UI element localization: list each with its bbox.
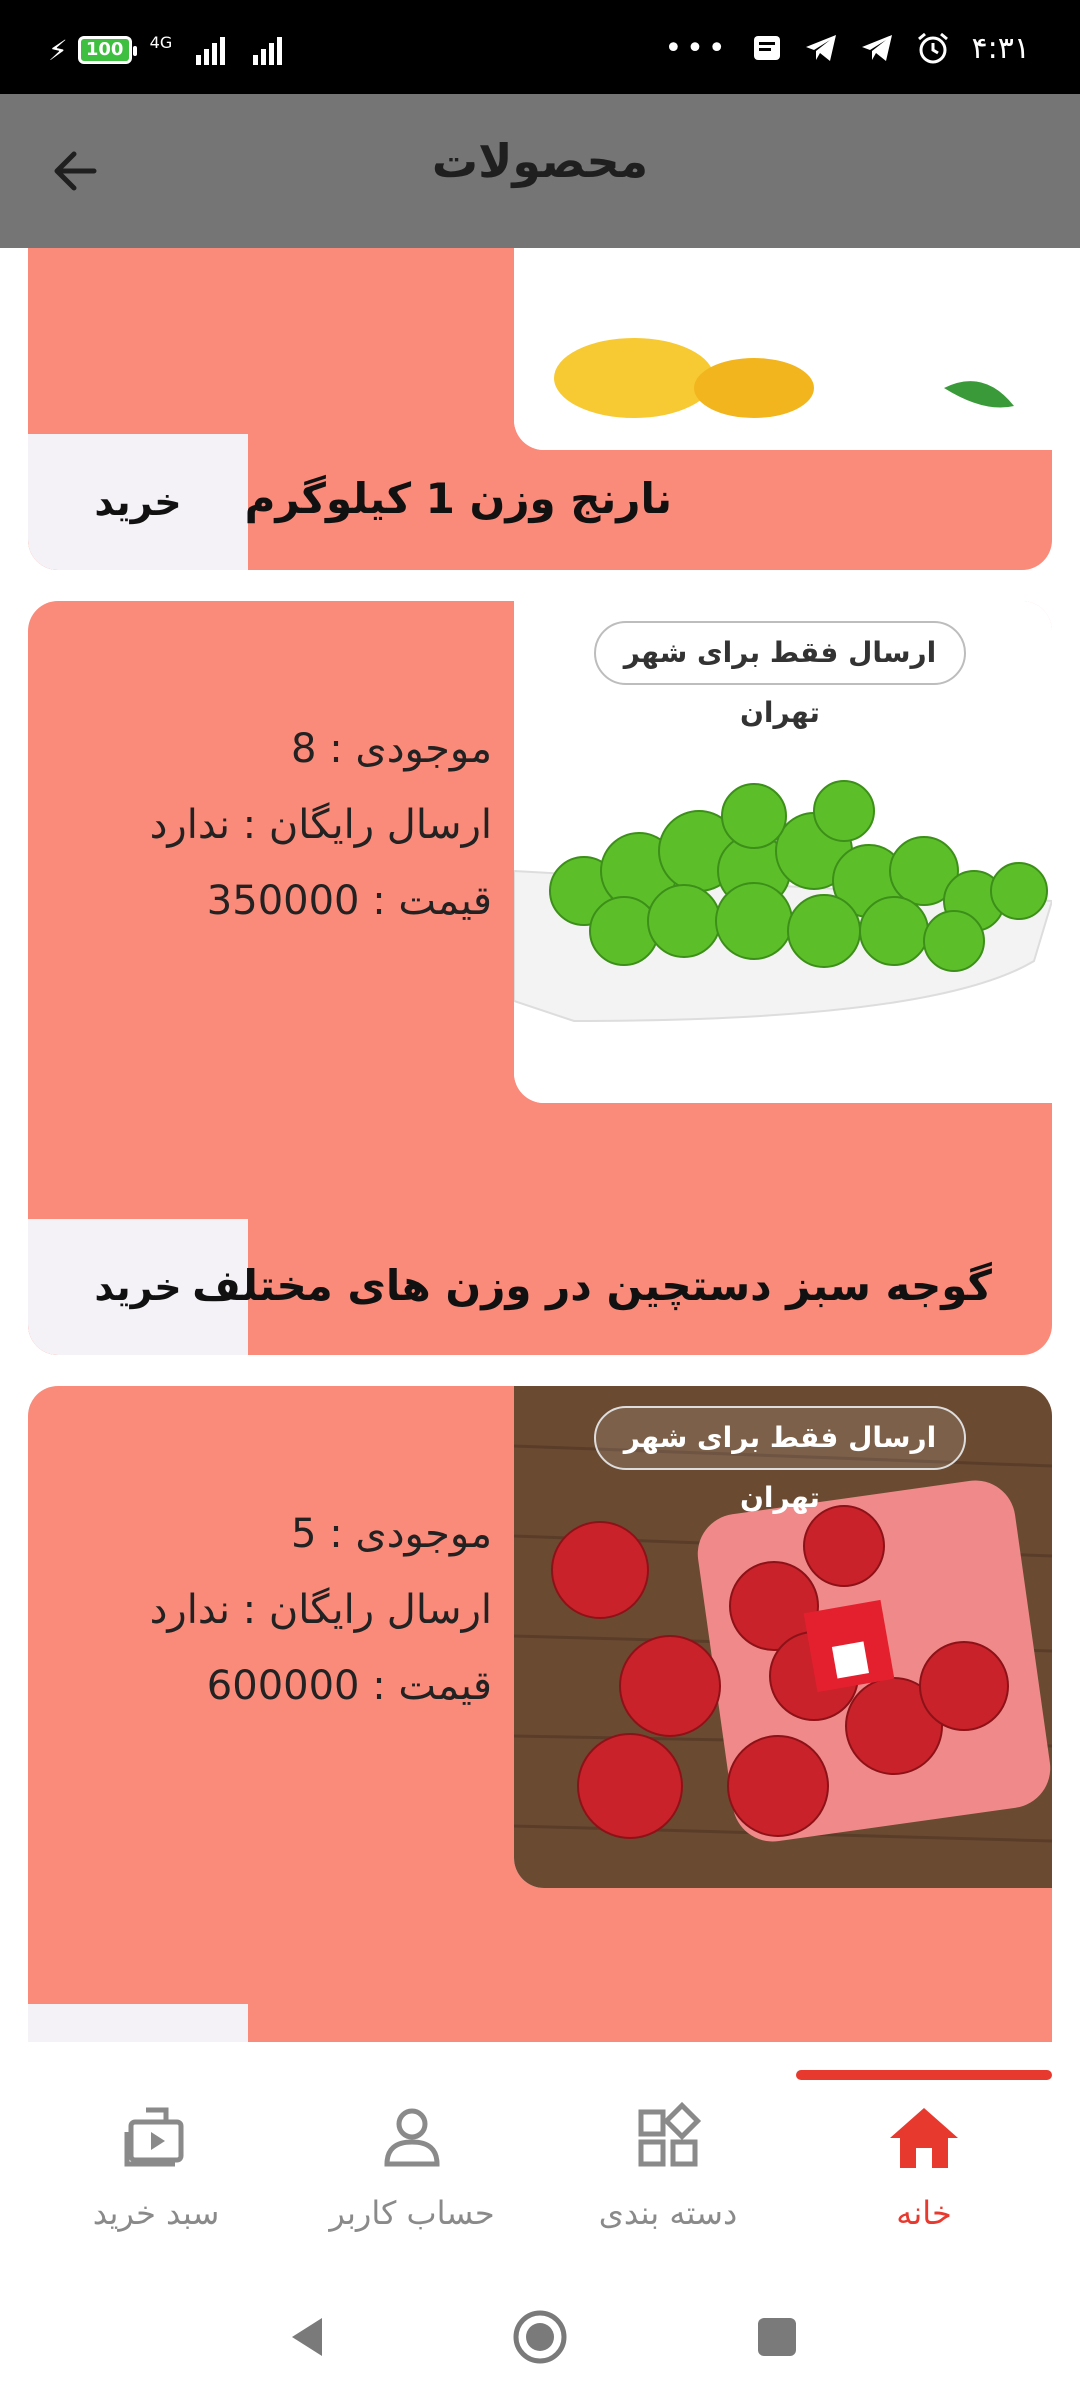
delivery-badge: ارسال فقط برای شهر تهران bbox=[594, 621, 966, 729]
network-type: 4G bbox=[149, 32, 173, 52]
product-name: گوجه سبز دستچین در وزن های مختلف bbox=[192, 1261, 992, 1310]
alarm-icon bbox=[917, 32, 948, 64]
product-card: ارسال فقط برای شهر تهران موجودی : 5 ارسا… bbox=[28, 1386, 1052, 2042]
status-bar: ⚡ 100 4G ••• ۴:۳۱ bbox=[0, 0, 1080, 94]
product-name: نارنج وزن 1 کیلوگرم bbox=[244, 474, 672, 523]
stock-text: موجودی : 8 bbox=[291, 726, 492, 772]
stock-text: موجودی : 5 bbox=[291, 1511, 492, 1557]
system-home-icon[interactable] bbox=[512, 2309, 568, 2365]
bottom-navigation: سبد خرید حساب کاربر دسته بندی خانه bbox=[0, 2042, 1080, 2272]
product-image: ارسال فقط برای شهر تهران bbox=[514, 1386, 1052, 1888]
buy-button[interactable]: خرید bbox=[28, 434, 248, 570]
price-text: قیمت : 600000 bbox=[206, 1663, 492, 1709]
page-title: محصولات bbox=[431, 134, 649, 188]
price-text: قیمت : 350000 bbox=[206, 878, 492, 924]
buy-button[interactable] bbox=[28, 2004, 248, 2042]
telegram-icon bbox=[805, 35, 836, 61]
more-notifications-icon: ••• bbox=[664, 30, 730, 66]
charging-icon: ⚡ bbox=[48, 33, 68, 67]
system-recents-icon[interactable] bbox=[752, 2312, 802, 2362]
signal-icon bbox=[196, 35, 226, 65]
free-shipping-text: ارسال رایگان : ندارد bbox=[149, 802, 492, 848]
category-icon bbox=[638, 2102, 702, 2167]
delivery-badge: ارسال فقط برای شهر تهران bbox=[594, 1406, 966, 1514]
nav-label: خانه bbox=[896, 2194, 952, 2232]
clock: ۴:۳۱ bbox=[971, 30, 1030, 66]
signal-icon-2 bbox=[253, 35, 283, 65]
product-info: موجودی : 5 ارسال رایگان : ندارد قیمت : 6… bbox=[150, 1496, 492, 1724]
system-back-icon[interactable] bbox=[282, 2312, 332, 2362]
status-left: ⚡ 100 4G bbox=[48, 30, 283, 70]
nav-label: دسته بندی bbox=[598, 2194, 738, 2232]
nav-item-account[interactable]: حساب کاربر bbox=[284, 2102, 540, 2252]
nav-item-cart[interactable]: سبد خرید bbox=[28, 2102, 284, 2252]
message-icon bbox=[753, 36, 780, 60]
user-icon bbox=[384, 2108, 440, 2167]
orange-image bbox=[514, 248, 1052, 450]
app-bar: محصولات bbox=[0, 94, 1080, 248]
product-card: خرید نارنج وزن 1 کیلوگرم bbox=[28, 248, 1052, 570]
battery-indicator: 100 bbox=[77, 36, 137, 64]
nav-item-categories[interactable]: دسته بندی bbox=[540, 2102, 796, 2252]
product-info: موجودی : 8 ارسال رایگان : ندارد قیمت : 3… bbox=[150, 711, 492, 939]
product-list[interactable]: خرید نارنج وزن 1 کیلوگرم ارسال فقط برای … bbox=[0, 248, 1080, 2042]
nav-label: سبد خرید bbox=[92, 2194, 220, 2232]
status-right: ••• ۴:۳۱ bbox=[664, 28, 1030, 68]
product-image: ارسال فقط برای شهر تهران bbox=[514, 601, 1052, 1103]
nav-item-home[interactable]: خانه bbox=[796, 2102, 1052, 2252]
system-navigation-bar bbox=[0, 2272, 1080, 2400]
product-card: ارسال فقط برای شهر تهران موجودی : 8 ارسا… bbox=[28, 601, 1052, 1355]
product-image bbox=[514, 248, 1052, 450]
telegram-icon bbox=[861, 35, 892, 61]
free-shipping-text: ارسال رایگان : ندارد bbox=[149, 1587, 492, 1633]
active-tab-indicator bbox=[796, 2070, 1052, 2080]
home-icon bbox=[890, 2108, 958, 2168]
cart-icon bbox=[124, 2107, 184, 2167]
nav-label: حساب کاربر bbox=[329, 2194, 495, 2232]
